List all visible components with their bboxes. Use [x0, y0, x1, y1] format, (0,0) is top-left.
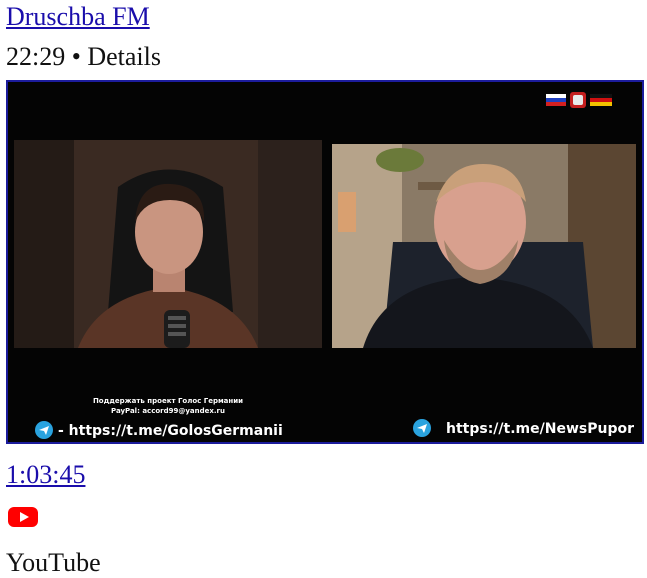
telegram-icon: [413, 419, 431, 437]
thumbnail-image: Поддержать проект Голос Германии PayPal:…: [8, 82, 642, 442]
video-thumbnail[interactable]: Поддержать проект Голос Германии PayPal:…: [6, 80, 644, 444]
paypal-text: PayPal: accord99@yandex.ru: [111, 407, 225, 415]
duration-link[interactable]: 1:03:45: [6, 460, 85, 490]
support-project-text: Поддержать проект Голос Германии: [93, 397, 243, 405]
channel-link[interactable]: Druschba FM: [6, 2, 150, 32]
telegram-link-golos: - https://t.me/GolosGermanii: [58, 423, 283, 439]
youtube-icon: [8, 507, 38, 527]
source-label: YouTube: [6, 548, 101, 577]
flags-logo-icon: [546, 92, 612, 108]
left-video-panel: [14, 140, 322, 348]
timestamp-details: 22:29 • Details: [6, 42, 161, 71]
telegram-link-newspupor: https://t.me/NewsPupor: [446, 421, 634, 437]
telegram-icon: [35, 421, 53, 439]
right-video-panel: [332, 144, 636, 348]
